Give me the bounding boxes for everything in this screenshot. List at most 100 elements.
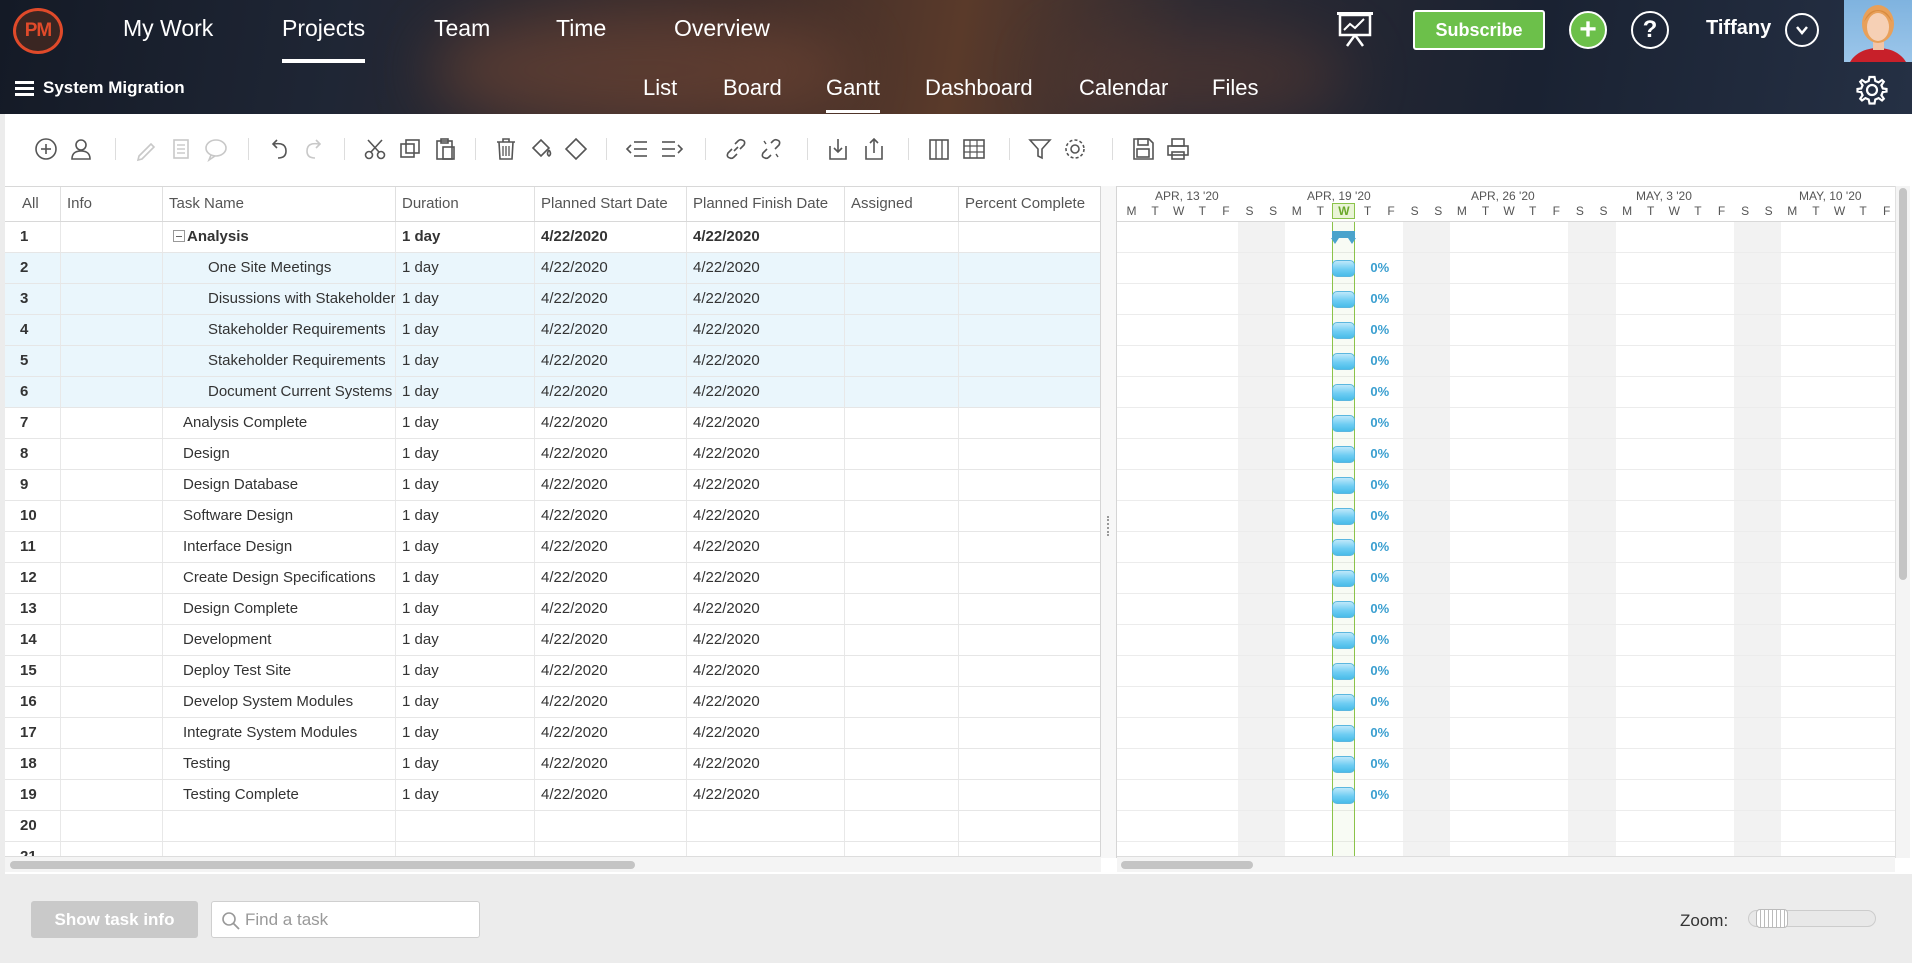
percent-complete-cell[interactable] <box>959 749 1100 779</box>
table-row[interactable]: 16 Develop System Modules 1 day 4/22/2020 4/… <box>5 687 1100 718</box>
assigned-cell[interactable] <box>845 532 959 562</box>
percent-complete-cell[interactable] <box>959 563 1100 593</box>
duration-cell[interactable]: 1 day <box>396 315 535 345</box>
plus-circle-icon[interactable]: + <box>1569 11 1607 49</box>
duration-cell[interactable]: 1 day <box>396 501 535 531</box>
table-row[interactable]: 14 Development 1 day 4/22/2020 4/22/2020 <box>5 625 1100 656</box>
assigned-cell[interactable] <box>845 439 959 469</box>
cut-icon[interactable] <box>360 134 390 164</box>
info-cell[interactable] <box>61 315 163 345</box>
planned-start-cell[interactable]: 4/22/2020 <box>535 315 687 345</box>
planned-start-cell[interactable]: 4/22/2020 <box>535 749 687 779</box>
row-number[interactable]: 18 <box>5 749 61 779</box>
assigned-cell[interactable] <box>845 780 959 810</box>
info-cell[interactable] <box>61 718 163 748</box>
project-title[interactable]: System Migration <box>43 78 185 98</box>
question-circle-icon[interactable]: ? <box>1631 11 1669 49</box>
table-row[interactable]: 4 Stakeholder Requirements 1 day 4/22/2020 4… <box>5 315 1100 346</box>
percent-complete-cell[interactable] <box>959 470 1100 500</box>
planned-start-cell[interactable]: 4/22/2020 <box>535 718 687 748</box>
task-bar[interactable] <box>1332 725 1356 742</box>
info-cell[interactable] <box>61 594 163 624</box>
gear-icon[interactable] <box>1856 74 1888 106</box>
column-header-duration[interactable]: Duration <box>396 187 535 221</box>
tab-dashboard[interactable]: Dashboard <box>925 75 1033 101</box>
task-name-cell[interactable]: Development <box>163 625 396 655</box>
subscribe-button[interactable]: Subscribe <box>1413 10 1545 50</box>
filter-icon[interactable] <box>1025 134 1055 164</box>
duration-cell[interactable]: 1 day <box>396 470 535 500</box>
planned-finish-cell[interactable]: 4/22/2020 <box>687 408 845 438</box>
column-header-task-name[interactable]: Task Name <box>163 187 396 221</box>
row-number[interactable]: 6 <box>5 377 61 407</box>
unlink-icon[interactable] <box>756 134 786 164</box>
scrollbar-thumb[interactable] <box>1121 861 1253 869</box>
row-number[interactable]: 3 <box>5 284 61 314</box>
add-task-icon[interactable] <box>31 134 61 164</box>
task-bar[interactable] <box>1332 260 1356 277</box>
app-logo[interactable]: PM <box>13 8 63 54</box>
task-name-cell[interactable]: One Site Meetings <box>163 253 396 283</box>
info-cell[interactable] <box>61 408 163 438</box>
assigned-cell[interactable] <box>845 749 959 779</box>
duration-cell[interactable]: 1 day <box>396 253 535 283</box>
user-name[interactable]: Tiffany <box>1706 17 1771 40</box>
row-number[interactable]: 13 <box>5 594 61 624</box>
percent-complete-cell[interactable] <box>959 315 1100 345</box>
column-header-planned-start[interactable]: Planned Start Date <box>535 187 687 221</box>
row-number[interactable]: 9 <box>5 470 61 500</box>
planned-start-cell[interactable]: 4/22/2020 <box>535 222 687 252</box>
column-header-planned-finish[interactable]: Planned Finish Date <box>687 187 845 221</box>
link-icon[interactable] <box>721 134 751 164</box>
info-cell[interactable] <box>61 501 163 531</box>
task-bar[interactable] <box>1332 570 1356 587</box>
tab-files[interactable]: Files <box>1212 75 1258 101</box>
pane-splitter[interactable] <box>1101 186 1117 858</box>
task-bar[interactable] <box>1332 291 1356 308</box>
task-name-cell[interactable] <box>163 811 396 841</box>
planned-finish-cell[interactable]: 4/22/2020 <box>687 470 845 500</box>
tab-gantt[interactable]: Gantt <box>826 75 880 113</box>
task-bar[interactable] <box>1332 694 1356 711</box>
tab-calendar[interactable]: Calendar <box>1079 75 1168 101</box>
duration-cell[interactable]: 1 day <box>396 625 535 655</box>
row-number[interactable]: 16 <box>5 687 61 717</box>
duration-cell[interactable]: 1 day <box>396 532 535 562</box>
planned-finish-cell[interactable]: 4/22/2020 <box>687 222 845 252</box>
row-number[interactable]: 12 <box>5 563 61 593</box>
duration-cell[interactable]: 1 day <box>396 656 535 686</box>
planned-finish-cell[interactable]: 4/22/2020 <box>687 284 845 314</box>
percent-complete-cell[interactable] <box>959 377 1100 407</box>
task-name-cell[interactable]: Create Design Specifications <box>163 563 396 593</box>
duration-cell[interactable]: 1 day <box>396 594 535 624</box>
print-icon[interactable] <box>1163 134 1193 164</box>
assigned-cell[interactable] <box>845 501 959 531</box>
task-name-cell[interactable]: Interface Design <box>163 532 396 562</box>
task-bar[interactable] <box>1332 539 1356 556</box>
nav-projects[interactable]: Projects <box>282 15 366 63</box>
hamburger-menu-icon[interactable] <box>15 81 34 97</box>
undo-icon[interactable] <box>264 134 294 164</box>
column-header-assigned[interactable]: Assigned <box>845 187 959 221</box>
assigned-cell[interactable] <box>845 687 959 717</box>
task-name-cell[interactable]: Integrate System Modules <box>163 718 396 748</box>
table-row[interactable]: 8 Design 1 day 4/22/2020 4/22/2020 <box>5 439 1100 470</box>
paste-icon[interactable] <box>430 134 460 164</box>
tab-list[interactable]: List <box>643 75 677 101</box>
gantt-vertical-scrollbar[interactable] <box>1895 186 1910 858</box>
row-number[interactable]: 1 <box>5 222 61 252</box>
planned-start-cell[interactable] <box>535 811 687 841</box>
planned-finish-cell[interactable]: 4/22/2020 <box>687 346 845 376</box>
row-number[interactable]: 7 <box>5 408 61 438</box>
duration-cell[interactable]: 1 day <box>396 377 535 407</box>
assigned-cell[interactable] <box>845 718 959 748</box>
info-cell[interactable] <box>61 656 163 686</box>
assigned-cell[interactable] <box>845 284 959 314</box>
info-cell[interactable] <box>61 811 163 841</box>
planned-start-cell[interactable]: 4/22/2020 <box>535 253 687 283</box>
row-number[interactable]: 20 <box>5 811 61 841</box>
task-bar[interactable] <box>1332 477 1356 494</box>
percent-complete-cell[interactable] <box>959 811 1100 841</box>
task-bar[interactable] <box>1332 353 1356 370</box>
duration-cell[interactable]: 1 day <box>396 284 535 314</box>
